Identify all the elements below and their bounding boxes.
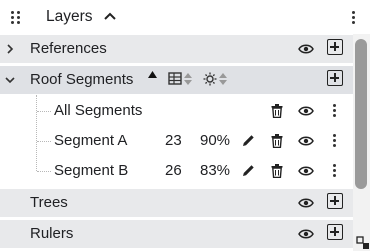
eye-icon[interactable] xyxy=(298,43,314,55)
eye-icon[interactable] xyxy=(298,165,314,177)
chevron-right-icon[interactable] xyxy=(4,43,16,55)
segment-row-a[interactable]: Segment A 23 90% xyxy=(0,127,353,155)
layer-row-rulers[interactable]: Rulers xyxy=(0,220,353,248)
segment-row-b[interactable]: Segment B 26 83% xyxy=(0,157,353,185)
scrollbar-thumb[interactable] xyxy=(355,39,367,189)
pencil-icon[interactable] xyxy=(242,134,255,147)
drag-handle-icon[interactable] xyxy=(11,11,21,24)
layer-row-trees[interactable]: Trees xyxy=(0,189,353,217)
segment-label: All Segments xyxy=(54,102,143,119)
kebab-menu-icon[interactable] xyxy=(330,133,338,149)
layer-row-references[interactable]: References xyxy=(0,35,353,63)
kebab-menu-icon[interactable] xyxy=(330,163,338,179)
kebab-menu-icon[interactable] xyxy=(349,9,357,25)
segment-percent: 90% xyxy=(200,132,231,149)
chevron-up-icon[interactable] xyxy=(103,11,117,21)
eye-icon[interactable] xyxy=(298,228,314,240)
layers-panel: Layers References Roof Segments All Segm… xyxy=(0,0,370,251)
add-box-icon[interactable] xyxy=(327,193,343,209)
layer-row-roof-segments[interactable]: Roof Segments xyxy=(0,66,353,94)
layers-header: Layers xyxy=(0,0,370,34)
segment-percent: 83% xyxy=(200,162,231,179)
segment-label: Segment B xyxy=(54,162,129,179)
add-box-icon[interactable] xyxy=(327,39,343,55)
eye-icon[interactable] xyxy=(298,135,314,147)
resize-handle-icon[interactable] xyxy=(356,236,370,250)
segment-row-all[interactable]: All Segments xyxy=(0,97,353,125)
sun-sort-icon[interactable] xyxy=(203,72,229,86)
trash-icon[interactable] xyxy=(271,104,283,118)
trash-icon[interactable] xyxy=(271,164,283,178)
add-box-icon[interactable] xyxy=(327,70,343,86)
table-sort-icon[interactable] xyxy=(168,72,194,86)
sort-asc-icon[interactable] xyxy=(148,71,157,78)
add-box-icon[interactable] xyxy=(327,224,343,240)
trash-icon[interactable] xyxy=(271,134,283,148)
pencil-icon[interactable] xyxy=(242,164,255,177)
eye-icon[interactable] xyxy=(298,197,314,209)
panel-title: Layers xyxy=(46,8,93,25)
kebab-menu-icon[interactable] xyxy=(330,103,338,119)
layer-label: Roof Segments xyxy=(30,71,134,88)
segment-count: 23 xyxy=(165,132,182,149)
layer-label: Trees xyxy=(30,194,68,211)
eye-icon[interactable] xyxy=(298,105,314,117)
layer-label: Rulers xyxy=(30,225,74,242)
segment-count: 26 xyxy=(165,162,182,179)
layer-label: References xyxy=(30,40,107,57)
segment-label: Segment A xyxy=(54,132,128,149)
chevron-down-icon[interactable] xyxy=(4,74,16,86)
